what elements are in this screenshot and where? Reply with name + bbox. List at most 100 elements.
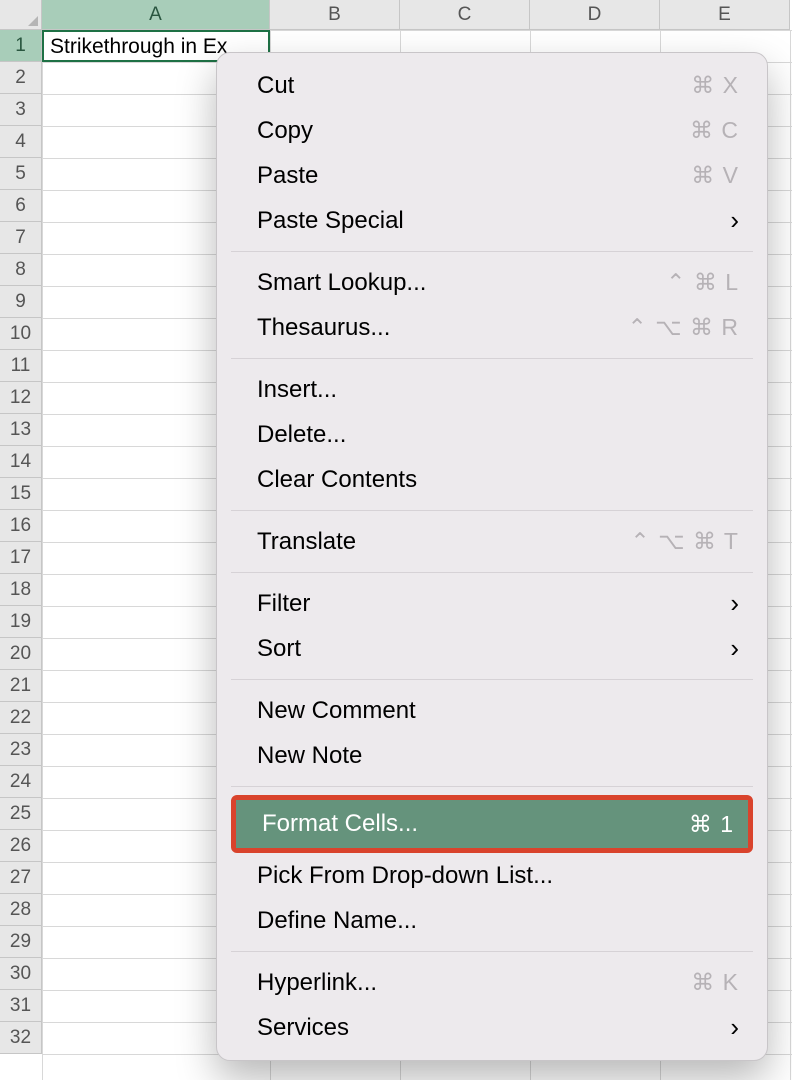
row-header-4[interactable]: 4 xyxy=(0,126,42,158)
menu-paste[interactable]: Paste ⌘ V xyxy=(217,153,767,198)
shortcut: ⌃ ⌥ ⌘ T xyxy=(630,528,739,555)
menu-separator xyxy=(231,358,753,359)
menu-separator xyxy=(231,786,753,787)
row-header-14[interactable]: 14 xyxy=(0,446,42,478)
menu-label: Insert... xyxy=(257,376,337,404)
row-header-9[interactable]: 9 xyxy=(0,286,42,318)
row-header-27[interactable]: 27 xyxy=(0,862,42,894)
row-header-5[interactable]: 5 xyxy=(0,158,42,190)
shortcut: ⌃ ⌥ ⌘ R xyxy=(627,314,739,341)
shortcut: ⌃ ⌘ L xyxy=(666,269,739,296)
row-header-17[interactable]: 17 xyxy=(0,542,42,574)
menu-pick-from-list[interactable]: Pick From Drop-down List... xyxy=(217,853,767,898)
row-header-20[interactable]: 20 xyxy=(0,638,42,670)
menu-thesaurus[interactable]: Thesaurus... ⌃ ⌥ ⌘ R xyxy=(217,305,767,350)
menu-smart-lookup[interactable]: Smart Lookup... ⌃ ⌘ L xyxy=(217,260,767,305)
row-header-24[interactable]: 24 xyxy=(0,766,42,798)
row-header-22[interactable]: 22 xyxy=(0,702,42,734)
menu-cut[interactable]: Cut ⌘ X xyxy=(217,63,767,108)
select-all-corner[interactable] xyxy=(0,0,42,30)
menu-label: Sort xyxy=(257,635,301,663)
column-headers: A B C D E xyxy=(42,0,792,30)
menu-services[interactable]: Services › xyxy=(217,1005,767,1050)
menu-label: Services xyxy=(257,1014,349,1042)
menu-copy[interactable]: Copy ⌘ C xyxy=(217,108,767,153)
row-header-13[interactable]: 13 xyxy=(0,414,42,446)
shortcut: ⌘ C xyxy=(690,117,739,144)
row-header-31[interactable]: 31 xyxy=(0,990,42,1022)
row-header-32[interactable]: 32 xyxy=(0,1022,42,1054)
row-headers: 1234567891011121314151617181920212223242… xyxy=(0,30,42,1054)
row-header-25[interactable]: 25 xyxy=(0,798,42,830)
chevron-right-icon: › xyxy=(730,588,739,619)
row-header-29[interactable]: 29 xyxy=(0,926,42,958)
col-header-E[interactable]: E xyxy=(660,0,790,30)
menu-separator xyxy=(231,510,753,511)
menu-label: Format Cells... xyxy=(262,810,418,838)
spreadsheet: A B C D E 123456789101112131415161718192… xyxy=(0,0,792,1080)
row-header-16[interactable]: 16 xyxy=(0,510,42,542)
row-header-28[interactable]: 28 xyxy=(0,894,42,926)
menu-label: Thesaurus... xyxy=(257,314,390,342)
chevron-right-icon: › xyxy=(730,1012,739,1043)
row-header-11[interactable]: 11 xyxy=(0,350,42,382)
menu-define-name[interactable]: Define Name... xyxy=(217,898,767,943)
menu-label: Pick From Drop-down List... xyxy=(257,862,553,890)
menu-label: New Comment xyxy=(257,697,416,725)
chevron-right-icon: › xyxy=(730,633,739,664)
row-header-2[interactable]: 2 xyxy=(0,62,42,94)
shortcut: ⌘ X xyxy=(691,72,739,99)
shortcut: ⌘ K xyxy=(691,969,739,996)
row-header-8[interactable]: 8 xyxy=(0,254,42,286)
menu-label: Paste Special xyxy=(257,207,404,235)
menu-label: Cut xyxy=(257,72,294,100)
shortcut: ⌘ V xyxy=(691,162,739,189)
menu-new-note[interactable]: New Note xyxy=(217,733,767,778)
row-header-7[interactable]: 7 xyxy=(0,222,42,254)
col-header-B[interactable]: B xyxy=(270,0,400,30)
col-header-D[interactable]: D xyxy=(530,0,660,30)
row-header-3[interactable]: 3 xyxy=(0,94,42,126)
menu-clear-contents[interactable]: Clear Contents xyxy=(217,457,767,502)
row-header-1[interactable]: 1 xyxy=(0,30,42,62)
menu-label: Paste xyxy=(257,162,318,190)
col-header-C[interactable]: C xyxy=(400,0,530,30)
highlighted-item-border: Format Cells... ⌘ 1 xyxy=(231,795,753,853)
col-header-A[interactable]: A xyxy=(42,0,270,30)
row-header-15[interactable]: 15 xyxy=(0,478,42,510)
shortcut: ⌘ 1 xyxy=(689,811,734,838)
context-menu: Cut ⌘ X Copy ⌘ C Paste ⌘ V Paste Special… xyxy=(216,52,768,1061)
row-header-21[interactable]: 21 xyxy=(0,670,42,702)
row-header-12[interactable]: 12 xyxy=(0,382,42,414)
chevron-right-icon: › xyxy=(730,205,739,236)
row-header-6[interactable]: 6 xyxy=(0,190,42,222)
menu-filter[interactable]: Filter › xyxy=(217,581,767,626)
menu-insert[interactable]: Insert... xyxy=(217,367,767,412)
menu-separator xyxy=(231,572,753,573)
menu-label: Delete... xyxy=(257,421,346,449)
row-header-18[interactable]: 18 xyxy=(0,574,42,606)
row-header-30[interactable]: 30 xyxy=(0,958,42,990)
menu-label: Define Name... xyxy=(257,907,417,935)
menu-label: Clear Contents xyxy=(257,466,417,494)
menu-label: Smart Lookup... xyxy=(257,269,426,297)
row-header-10[interactable]: 10 xyxy=(0,318,42,350)
row-header-26[interactable]: 26 xyxy=(0,830,42,862)
menu-separator xyxy=(231,251,753,252)
menu-paste-special[interactable]: Paste Special › xyxy=(217,198,767,243)
row-header-23[interactable]: 23 xyxy=(0,734,42,766)
menu-label: Hyperlink... xyxy=(257,969,377,997)
menu-hyperlink[interactable]: Hyperlink... ⌘ K xyxy=(217,960,767,1005)
menu-separator xyxy=(231,951,753,952)
menu-label: New Note xyxy=(257,742,362,770)
menu-new-comment[interactable]: New Comment xyxy=(217,688,767,733)
menu-delete[interactable]: Delete... xyxy=(217,412,767,457)
menu-format-cells[interactable]: Format Cells... ⌘ 1 xyxy=(236,800,748,848)
menu-sort[interactable]: Sort › xyxy=(217,626,767,671)
row-header-19[interactable]: 19 xyxy=(0,606,42,638)
menu-translate[interactable]: Translate ⌃ ⌥ ⌘ T xyxy=(217,519,767,564)
menu-separator xyxy=(231,679,753,680)
menu-label: Filter xyxy=(257,590,310,618)
menu-label: Translate xyxy=(257,528,356,556)
menu-label: Copy xyxy=(257,117,313,145)
